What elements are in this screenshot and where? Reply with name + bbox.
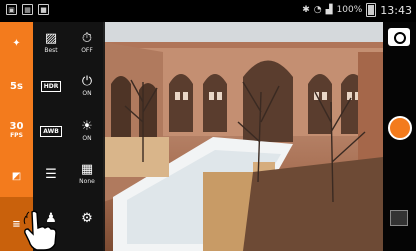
stabilizer-button[interactable]: ⏻ ON (69, 67, 105, 105)
fps-value: 30 (9, 121, 24, 132)
picture-icon: ▨ (44, 31, 58, 46)
photo-quality-button[interactable]: ▨ Best (33, 24, 69, 62)
gear-icon: ⚙ (81, 210, 93, 226)
stabilizer-icon: ⏻ (81, 74, 93, 89)
awb-icon: AWB (40, 125, 62, 137)
viewfinder-image (103, 22, 383, 251)
brightness-button[interactable]: ☀ ON (69, 112, 105, 150)
stabilizer-label: ON (82, 90, 92, 97)
magic-wand-icon[interactable]: ✦ (0, 24, 33, 62)
status-icons-left: ▣ ▦ ■ (6, 4, 49, 15)
timer-button[interactable]: ⏱ OFF (69, 24, 105, 62)
battery-percent: 100% (336, 5, 363, 15)
grid-button[interactable]: ▦ None (69, 155, 105, 193)
touch-hand-icon (23, 210, 57, 251)
bluetooth-icon: ✱ (302, 5, 310, 15)
rail-item-fps[interactable]: 30 FPS (0, 112, 33, 150)
status-bar: ▣ ▦ ■ ✱ ◔ ▟ 100% 13:43 (0, 0, 416, 22)
camera-switch-icon[interactable] (388, 28, 410, 46)
fps-unit: FPS (10, 132, 23, 139)
sun-icon: ☀ (81, 119, 93, 134)
bag-icon: ■ (38, 4, 49, 15)
wifi-icon: ◔ (313, 5, 322, 15)
hdr-icon: HDR (40, 80, 62, 92)
shutter-button[interactable] (388, 116, 412, 140)
settings-button[interactable]: ⚙ (69, 199, 105, 237)
sliders-icon: ☰ (45, 166, 57, 182)
brightness-label: ON (82, 135, 92, 142)
adjust-button[interactable]: ☰ (33, 155, 69, 193)
capture-panel (383, 22, 416, 251)
photo-quality-label: Best (44, 47, 58, 54)
image-icon: ▦ (22, 4, 33, 15)
gallery-thumbnail[interactable] (390, 210, 408, 226)
seconds-label: 5s (10, 80, 23, 92)
hdr-button[interactable]: HDR (33, 67, 69, 105)
timer-icon: ⏱ (81, 31, 93, 46)
screenshot-icon: ▣ (6, 4, 17, 15)
grid-icon: ▦ (80, 162, 94, 177)
camera-screen: ▣ ▦ ■ ✱ ◔ ▟ 100% 13:43 ✦ 5s 30 FPS ◩ ≡ ▨… (0, 0, 416, 251)
status-icons-right: ✱ ◔ ▟ 100% 13:43 (302, 3, 412, 17)
clock: 13:43 (380, 3, 412, 17)
awb-button[interactable]: AWB (33, 112, 69, 150)
timer-label: OFF (81, 47, 93, 54)
exposure-icon[interactable]: ◩ (0, 157, 33, 195)
battery-icon (366, 3, 377, 17)
signal-icon: ▟ (325, 5, 333, 15)
grid-label: None (79, 178, 95, 185)
rail-item-seconds[interactable]: 5s (0, 67, 33, 105)
viewfinder[interactable] (103, 22, 383, 251)
